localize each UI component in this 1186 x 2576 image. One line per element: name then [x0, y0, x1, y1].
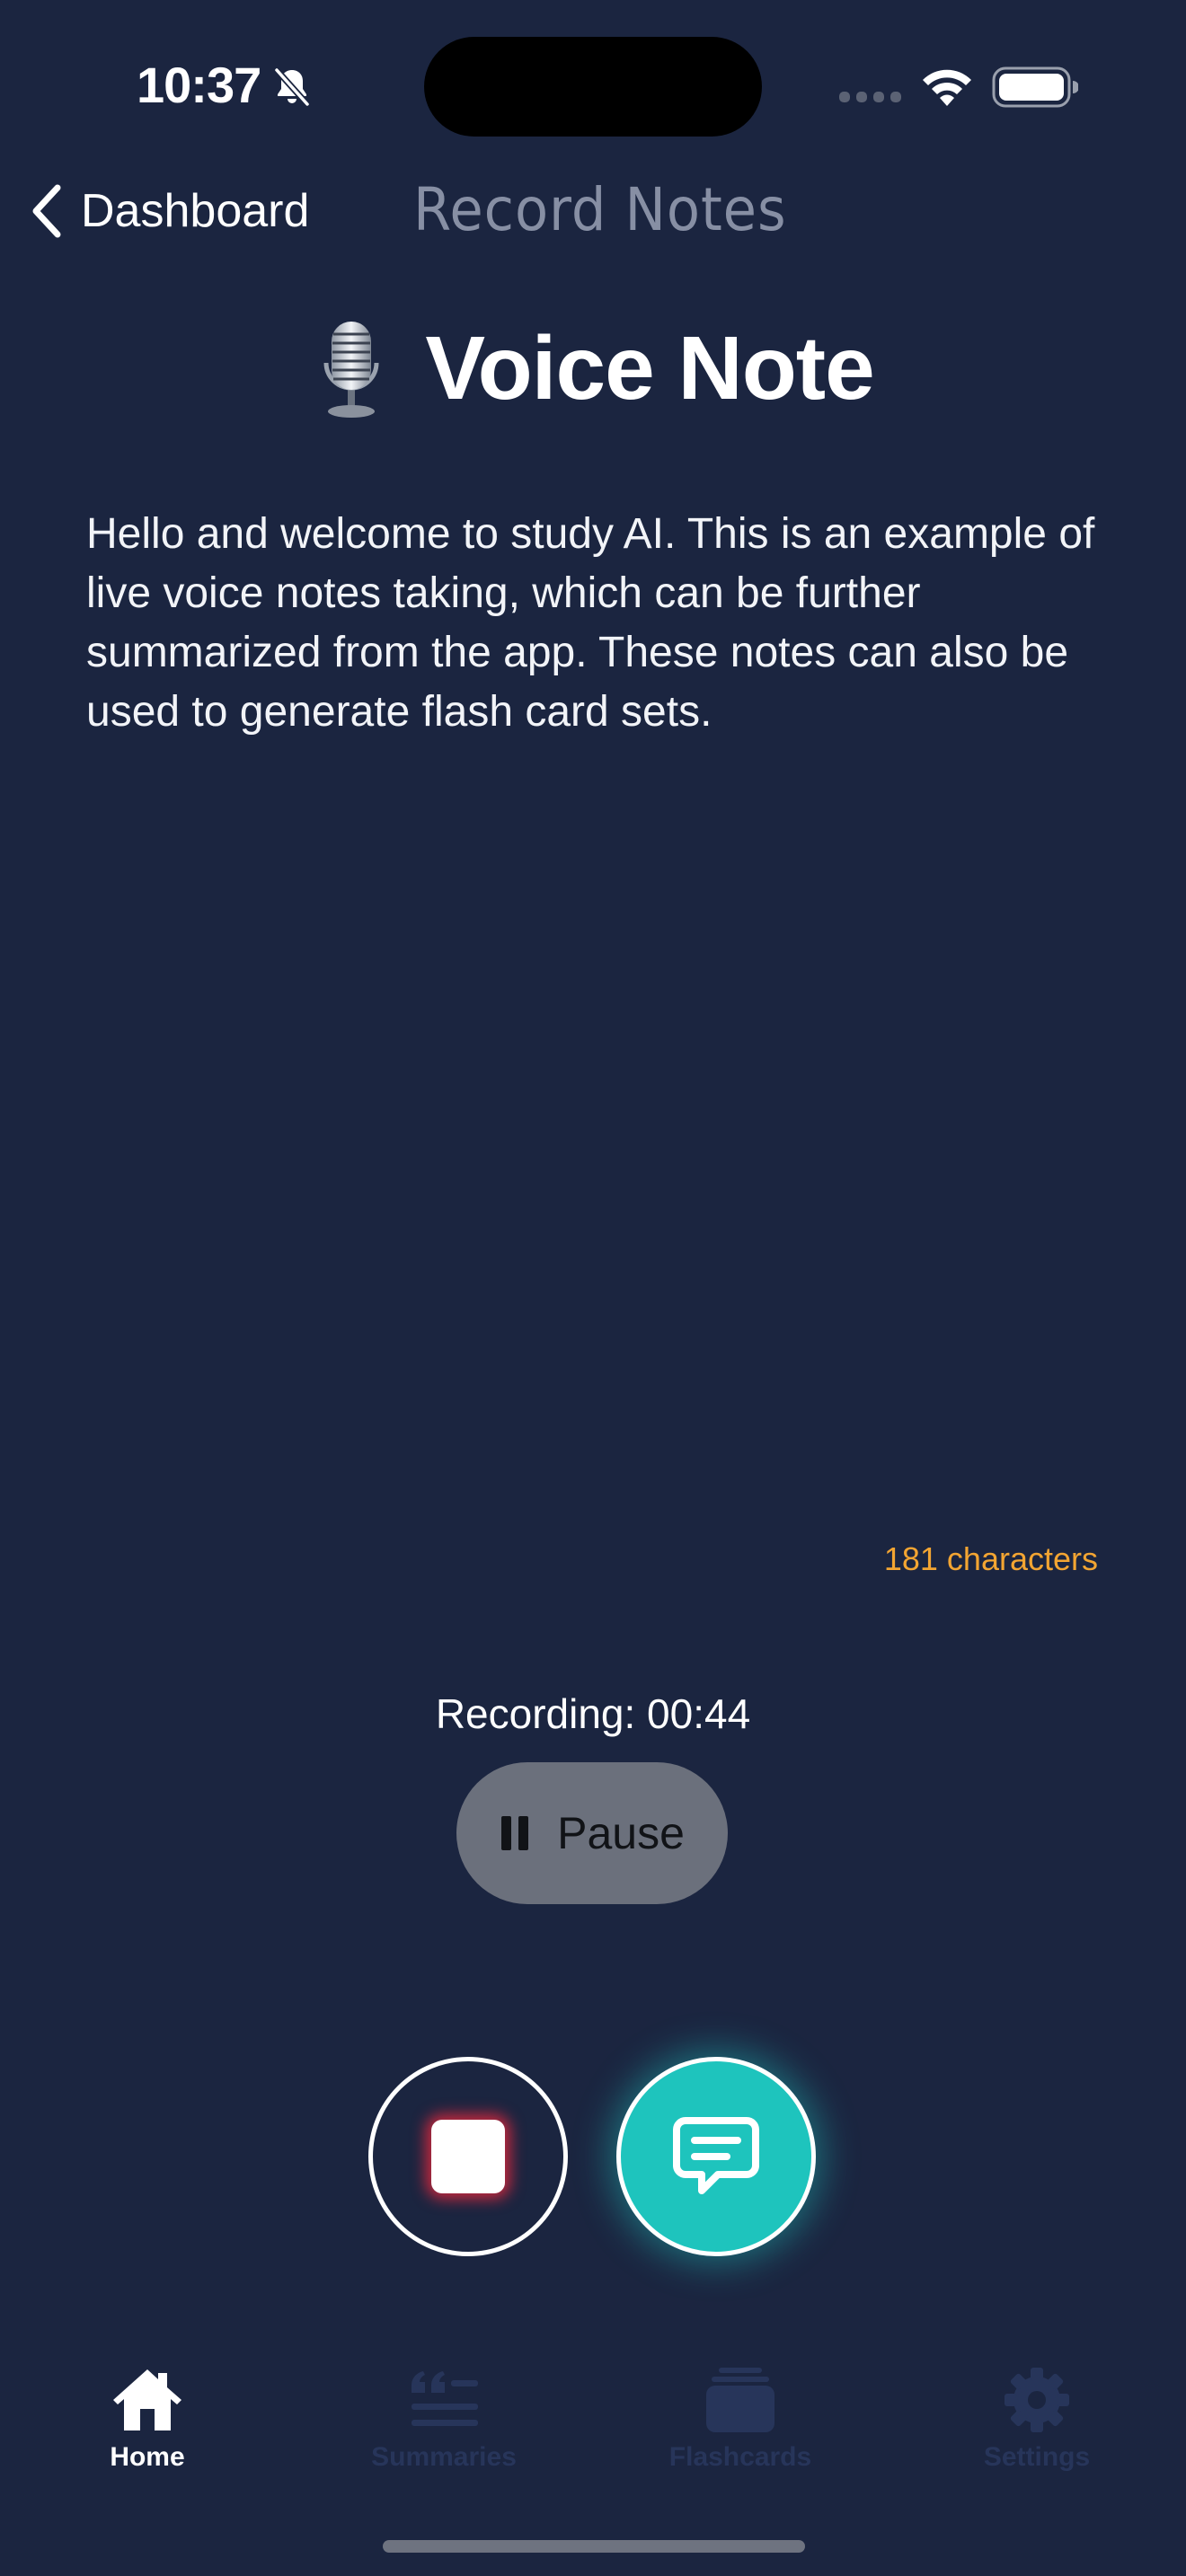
quote-lines-icon [412, 2371, 478, 2426]
pause-button[interactable]: Pause [456, 1762, 728, 1904]
home-icon [113, 2369, 181, 2430]
back-button[interactable]: Dashboard [27, 178, 309, 244]
tab-label: Settings [983, 2442, 1091, 2472]
pause-label: Pause [557, 1808, 685, 1858]
pause-icon [501, 1816, 529, 1850]
tab-label: Home [110, 2442, 185, 2472]
back-label: Dashboard [81, 185, 310, 237]
battery-icon [992, 66, 1078, 108]
tab-flashcards[interactable]: Flashcards [651, 2366, 830, 2475]
chat-bubble-icon [673, 2117, 759, 2194]
tab-summaries[interactable]: Summaries [354, 2366, 534, 2475]
gear-icon [1005, 2368, 1069, 2432]
chat-button[interactable] [616, 2057, 816, 2256]
tab-label: Flashcards [668, 2442, 812, 2472]
page-title: Voice Note [425, 318, 874, 419]
cards-icon [706, 2368, 774, 2432]
bell-slash-icon [274, 67, 310, 107]
page-heading: Voice Note [0, 314, 1186, 422]
dynamic-island [424, 37, 762, 137]
wifi-icon [923, 69, 971, 106]
stop-recording-button[interactable] [368, 2057, 568, 2256]
chevron-left-icon [32, 184, 61, 238]
tab-settings[interactable]: Settings [947, 2366, 1127, 2475]
transcript-text[interactable]: Hello and welcome to study AI. This is a… [86, 505, 1120, 742]
tab-home[interactable]: Home [58, 2366, 237, 2475]
nav-title: Record Notes [413, 175, 787, 244]
status-time: 10:37 [137, 57, 261, 113]
home-indicator[interactable] [383, 2540, 805, 2553]
tab-label: Summaries [371, 2442, 517, 2472]
cellular-signal-icon [839, 92, 901, 102]
microphone-icon [323, 322, 379, 418]
stop-icon [431, 2120, 505, 2193]
recording-timer: Recording: 00:44 [435, 1690, 751, 1737]
character-count: 181 characters [883, 1540, 1098, 1577]
